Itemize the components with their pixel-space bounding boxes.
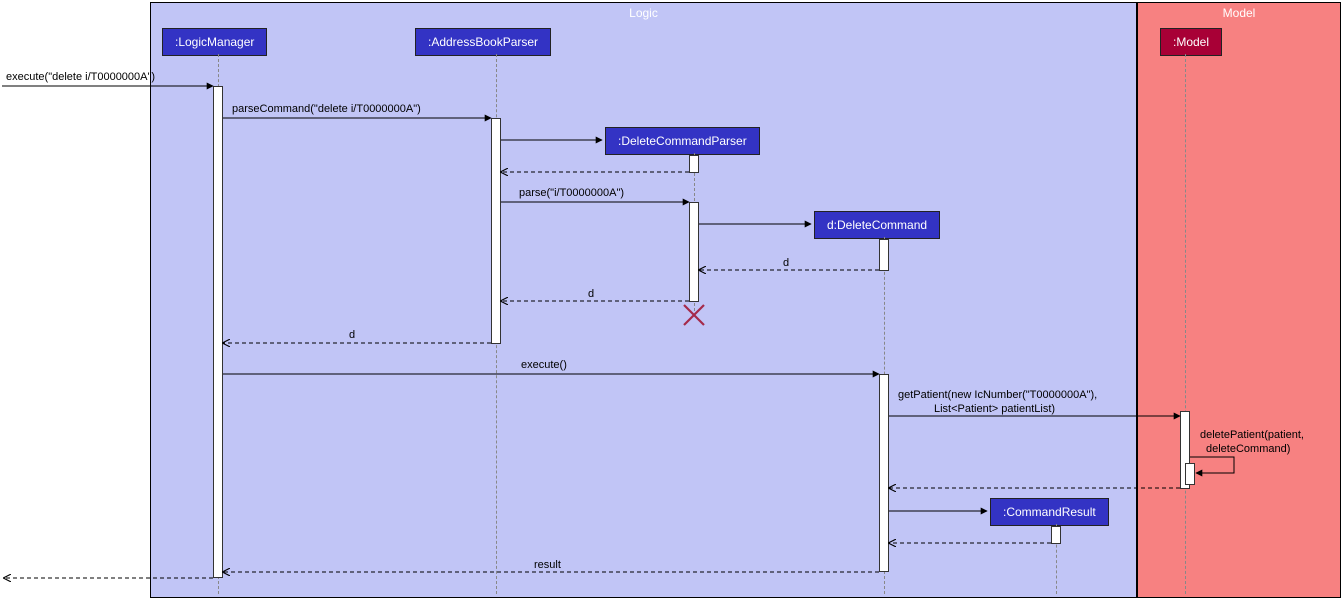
participant-delete-command-parser: :DeleteCommandParser <box>605 127 760 155</box>
msg-parse-command: parseCommand("delete i/T0000000A") <box>232 103 421 115</box>
participant-logic-manager: :LogicManager <box>162 28 267 56</box>
msg-d1: d <box>783 257 789 269</box>
msg-execute: execute("delete i/T0000000A") <box>6 71 155 83</box>
msg-delete-patient-2: deleteCommand) <box>1206 443 1290 455</box>
activation-model-2 <box>1185 463 1195 485</box>
participant-delete-command: d:DeleteCommand <box>814 211 940 239</box>
msg-d3: d <box>349 329 355 341</box>
lifeline-model <box>1185 54 1186 594</box>
activation-logic-manager <box>213 86 223 578</box>
msg-d2: d <box>588 288 594 300</box>
frame-logic: Logic <box>150 2 1137 598</box>
activation-command-result <box>1051 526 1061 544</box>
msg-execute-empty: execute() <box>521 359 567 371</box>
activation-delete-command-parser-2 <box>689 202 699 302</box>
frame-model-label: Model <box>1138 6 1340 20</box>
frame-model: Model <box>1137 2 1341 598</box>
msg-get-patient-2: List<Patient> patientList) <box>934 403 1055 415</box>
msg-parse: parse("i/T0000000A") <box>519 187 624 199</box>
activation-delete-command-1 <box>879 239 889 271</box>
activation-delete-command-2 <box>879 374 889 572</box>
participant-address-book-parser: :AddressBookParser <box>415 28 551 56</box>
activation-address-book-parser <box>491 118 501 344</box>
activation-delete-command-parser-1 <box>689 155 699 173</box>
msg-result: result <box>534 559 561 571</box>
msg-get-patient-1: getPatient(new IcNumber("T0000000A"), <box>898 389 1097 401</box>
frame-logic-label: Logic <box>151 6 1136 20</box>
participant-model: :Model <box>1160 28 1222 56</box>
msg-delete-patient-1: deletePatient(patient, <box>1200 429 1304 441</box>
participant-command-result: :CommandResult <box>990 498 1109 526</box>
